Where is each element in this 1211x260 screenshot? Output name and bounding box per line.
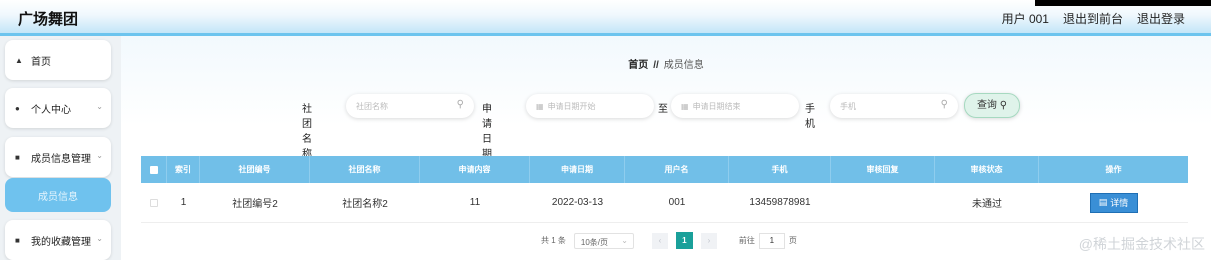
chevron-right-icon: › [707,236,711,245]
chevron-down-icon: ⌄ [96,102,103,111]
list-icon: ■ [15,152,20,162]
sidebar-item-personal-center[interactable]: ● 个人中心 ⌄ [5,88,111,128]
calendar-icon: ▦ [681,102,689,111]
select-all-cell [141,156,167,183]
sidebar-item-home[interactable]: ▲ 首页 [5,40,111,80]
select-all-checkbox[interactable] [149,165,158,174]
row-checkbox[interactable] [150,198,158,207]
goto-label: 前往 [738,236,755,245]
search-icon: ⚲ [456,99,464,110]
cell-club-name: 社团名称2 [342,199,388,210]
column-header: 社团编号 [200,156,310,183]
sidebar-item-label: 首页 [31,56,51,68]
apply-date-label: 申请日期 [482,104,492,160]
cell-action: ▤ 详情 [1039,183,1188,222]
column-header: 申请日期 [530,156,625,183]
list-icon: ■ [15,235,20,245]
date-end-input[interactable]: ▦ 申请日期结束 [671,94,799,118]
column-header: 手机 [729,156,831,183]
page-size-select[interactable]: 10条/页 ⌄ [573,232,634,249]
to-label: 至 [658,104,668,115]
pagination-total: 共 1 条 [541,236,566,245]
pagination: 共 1 条 10条/页 ⌄ ‹ 1 › 前往 1 页 [541,232,797,249]
cell-content: 11 [469,197,481,208]
header-dark-strip [1035,0,1211,6]
query-button-label: 查询 [976,100,997,111]
sidebar-item-label: 我的收藏管理 [31,236,91,248]
header-nav: 用户 001 退出到前台 退出登录 [1002,10,1185,27]
query-button[interactable]: 查询 ⚲ [964,93,1020,118]
date-end-placeholder: 申请日期结束 [692,102,741,111]
page-size-value: 10条/页 [580,237,609,247]
next-page-button[interactable]: › [700,232,717,249]
table-row: 1 社团编号2 社团名称2 11 2022-03-13 001 13459878… [141,183,1188,223]
detail-button[interactable]: ▤ 详情 [1089,192,1138,213]
column-header: 用户名 [625,156,729,183]
search-icon: ⚲ [999,100,1008,111]
home-icon: ▲ [15,55,23,65]
cell-status: 未通过 [972,199,1002,210]
cell-phone: 13459878981 [749,197,811,208]
watermark: @稀土掘金技术社区 [1078,236,1205,252]
club-name-label: 社团名称 [302,104,312,160]
sidebar-item-member-management[interactable]: ■ 成员信息管理 ⌄ [5,137,111,177]
chevron-down-icon: ⌄ [96,151,103,160]
table-body: 1 社团编号2 社团名称2 11 2022-03-13 001 13459878… [141,183,1188,223]
column-header: 社团名称 [310,156,420,183]
cell-reply [831,183,935,222]
page-unit-label: 页 [788,236,797,245]
goto-page-input[interactable]: 1 [758,232,785,249]
date-start-input[interactable]: ▦ 申请日期开始 [526,94,654,118]
chevron-down-icon: ⌄ [621,235,628,245]
date-start-placeholder: 申请日期开始 [547,102,596,111]
table-header: 索引 社团编号 社团名称 申请内容 申请日期 用户名 手机 审核回复 审核状态 … [141,156,1188,183]
sidebar: ▲ 首页 ● 个人中心 ⌄ ■ 成员信息管理 ⌄ 成员信息 ■ 我的收藏管理 ⌄ [0,36,121,260]
app-title: 广场舞团 [18,11,79,28]
cell-index: 1 [180,197,187,208]
breadcrumb-separator: // [653,60,659,71]
sidebar-item-member-info[interactable]: 成员信息 [5,178,111,212]
detail-button-label: 详情 [1110,198,1129,208]
member-table: 索引 社团编号 社团名称 申请内容 申请日期 用户名 手机 审核回复 审核状态 … [141,156,1188,223]
logout-link[interactable]: 退出登录 [1137,10,1185,27]
sidebar-item-label: 个人中心 [31,104,71,116]
phone-placeholder: 手机 [840,102,856,111]
phone-label: 手机 [805,104,815,130]
chevron-left-icon: ‹ [658,236,662,245]
user-label: 用户 001 [1001,12,1049,26]
breadcrumb: 首页 // 成员信息 [121,56,1211,71]
to-front-link[interactable]: 退出到前台 [1063,10,1123,27]
cell-date: 2022-03-13 [551,197,604,208]
chevron-down-icon: ⌄ [96,234,103,243]
top-header: 广场舞团 用户 001 退出到前台 退出登录 [0,0,1211,36]
breadcrumb-current: 成员信息 [663,60,704,71]
search-icon: ⚲ [940,99,948,110]
prev-page-button[interactable]: ‹ [651,232,668,249]
row-select-cell [141,183,167,222]
page-number-current[interactable]: 1 [675,232,693,249]
breadcrumb-home[interactable]: 首页 [628,60,648,71]
column-header: 审核状态 [935,156,1039,183]
phone-input[interactable]: 手机 ⚲ [830,94,958,118]
sidebar-item-label: 成员信息管理 [31,153,91,165]
cell-club-no: 社团编号2 [232,199,278,210]
column-header: 索引 [167,156,200,183]
sidebar-item-favorites-management[interactable]: ■ 我的收藏管理 ⌄ [5,220,111,260]
user-icon: ● [15,103,20,113]
main-content: 首页//成员信息 社团名称 社团名称 ⚲ 申请日期 ▦ 申请日期开始 至 ▦ 申请日… [121,36,1211,260]
column-header: 操作 [1105,165,1122,174]
calendar-icon: ▦ [536,102,544,111]
page-jump: 前往 1 页 [738,232,797,249]
cell-username: 001 [668,197,686,208]
column-header: 申请内容 [420,156,530,183]
document-icon: ▤ [1098,197,1108,207]
club-name-placeholder: 社团名称 [356,102,388,111]
column-header: 审核回复 [831,156,935,183]
sidebar-item-label: 成员信息 [38,191,78,203]
club-name-input[interactable]: 社团名称 ⚲ [346,94,474,118]
